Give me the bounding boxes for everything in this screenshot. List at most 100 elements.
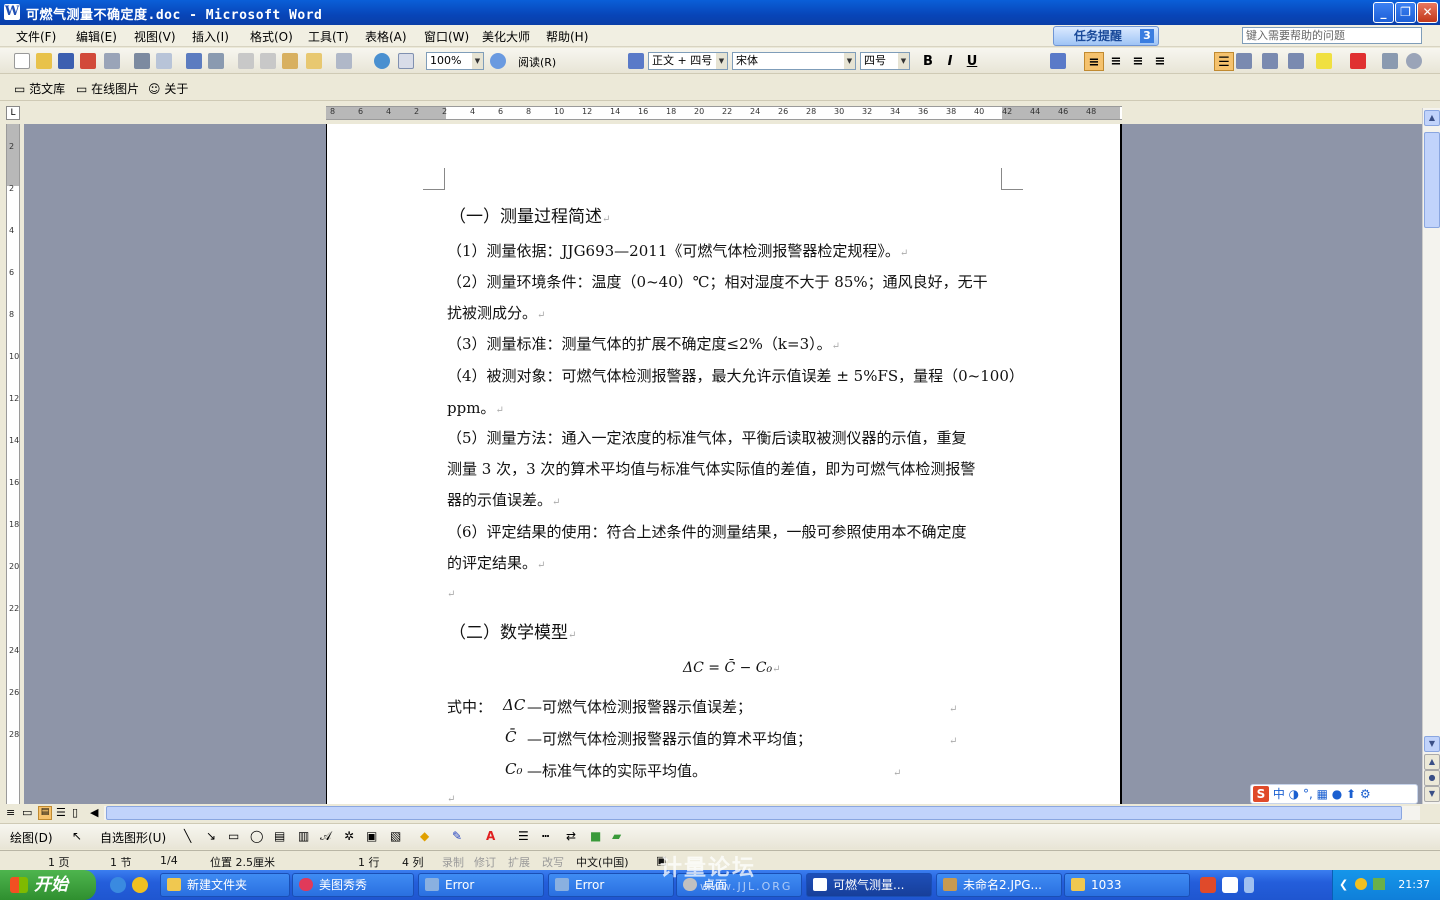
undo-icon[interactable] [336, 53, 352, 69]
horizontal-scrollbar[interactable] [104, 806, 1420, 820]
underline-button[interactable]: U [962, 52, 982, 71]
table-icon[interactable] [398, 53, 414, 69]
ime-toolbar[interactable]: S 中 ◑ °, ▦ ● ⬆ ⚙ [1250, 784, 1418, 804]
help-tray-icon[interactable] [1222, 877, 1238, 893]
print-icon[interactable] [134, 53, 150, 69]
distributed-button[interactable]: ≡ [1150, 52, 1170, 71]
line-color-icon[interactable]: ✎ [452, 829, 462, 843]
scroll-down-icon[interactable]: ▼ [1424, 736, 1440, 752]
vertical-ruler[interactable]: 2 2 4 6 8 10 12 14 16 18 20 22 24 26 28 [6, 124, 20, 804]
align-right-button[interactable]: ≡ [1128, 52, 1148, 71]
template-library-button[interactable]: ▭ 范文库 [14, 80, 65, 97]
help-search-input[interactable]: 键入需要帮助的问题 [1242, 27, 1422, 44]
paste-icon[interactable] [282, 53, 298, 69]
menu-window[interactable]: 窗口(W) [424, 28, 469, 45]
menu-tools[interactable]: 工具(T) [308, 28, 349, 45]
close-button[interactable]: ✕ [1417, 2, 1438, 23]
decrease-indent-icon[interactable] [1262, 53, 1278, 69]
qq-icon[interactable] [132, 877, 148, 893]
reading-view-icon[interactable]: ▯ [72, 806, 78, 819]
menu-view[interactable]: 视图(V) [134, 28, 176, 45]
web-view-icon[interactable]: ▭ [22, 806, 32, 819]
vertical-scrollbar[interactable]: ▲ ▼ ▲ ● ▼ [1422, 108, 1440, 804]
open-folder-icon[interactable] [36, 53, 52, 69]
cut-icon[interactable] [238, 53, 254, 69]
menu-file[interactable]: 文件(F) [16, 28, 56, 45]
clipart-icon[interactable]: ▣ [366, 829, 377, 843]
save-icon[interactable] [58, 53, 74, 69]
rectangle-icon[interactable]: ▭ [228, 829, 239, 843]
minimize-button[interactable]: _ [1373, 2, 1394, 23]
horizontal-scroll-thumb[interactable] [106, 806, 1402, 820]
network-tray-icon[interactable] [1373, 878, 1385, 890]
vertical-textbox-icon[interactable]: ▥ [298, 829, 309, 843]
qq-tray-icon[interactable] [1355, 878, 1367, 890]
task-meitu[interactable]: 美图秀秀 [292, 873, 414, 897]
line-style-icon[interactable]: ☰ [518, 829, 529, 843]
font-size-select[interactable]: 四号 ▼ [860, 52, 910, 70]
menu-table[interactable]: 表格(A) [365, 28, 407, 45]
restore-button[interactable]: ❐ [1395, 2, 1416, 23]
document-page[interactable]: （一）测量过程简述↵ （1）测量依据：JJG693—2011《可燃气体检测报警器… [326, 124, 1122, 804]
menu-edit[interactable]: 编辑(E) [76, 28, 117, 45]
menu-beautify[interactable]: 美化大师 [482, 28, 530, 45]
italic-button[interactable]: I [940, 52, 960, 71]
oval-icon[interactable]: ◯ [250, 829, 263, 843]
task-word-document[interactable]: 可燃气测量... [806, 873, 932, 897]
email-icon[interactable] [104, 53, 120, 69]
research-icon[interactable] [208, 53, 224, 69]
status-overtype[interactable]: 改写 [542, 854, 564, 870]
task-folder-1033[interactable]: 1033 [1064, 873, 1190, 897]
align-center-button[interactable]: ≡ [1106, 52, 1126, 71]
shadow-icon[interactable]: ■ [590, 829, 601, 843]
scroll-up-icon[interactable]: ▲ [1424, 110, 1440, 126]
align-justify-button[interactable]: ≡ [1084, 52, 1104, 71]
draw-font-color-icon[interactable]: A [486, 829, 495, 843]
print-preview-icon[interactable] [156, 53, 172, 69]
line-icon[interactable]: ╲ [184, 829, 191, 843]
textbox-icon[interactable]: ▤ [274, 829, 285, 843]
font-color-icon[interactable] [1350, 53, 1366, 69]
tab-selector[interactable]: L [6, 106, 20, 120]
diagram-icon[interactable]: ✲ [344, 829, 354, 843]
dash-style-icon[interactable]: ┅ [542, 829, 549, 843]
bold-button[interactable]: B [918, 52, 938, 71]
horizontal-ruler[interactable]: 8 6 4 2 2 4 6 8 10 12 14 16 18 20 22 24 26 28 30 32 34 36 38 40… [326, 106, 1122, 120]
task-error-2[interactable]: Error [548, 873, 674, 897]
format-painter-icon[interactable] [306, 53, 322, 69]
wordart-icon[interactable]: 𝒜 [320, 829, 331, 844]
read-mode-button[interactable]: 阅读(R) [518, 54, 556, 70]
enclose-characters-icon[interactable] [1406, 53, 1422, 69]
spelling-icon[interactable] [186, 53, 202, 69]
word-app-icon[interactable]: W [4, 4, 20, 20]
increase-indent-icon[interactable] [1288, 53, 1304, 69]
menu-help[interactable]: 帮助(H) [546, 28, 588, 45]
status-extend[interactable]: 扩展 [508, 854, 530, 870]
bullets-icon[interactable] [1236, 53, 1252, 69]
menu-insert[interactable]: 插入(I) [192, 28, 229, 45]
select-objects-icon[interactable]: ↖ [72, 829, 82, 843]
autoshapes-button[interactable]: 自选图形(U) [100, 829, 166, 846]
ime-tray-icon[interactable] [1244, 877, 1254, 893]
new-document-icon[interactable] [14, 53, 30, 69]
outline-view-icon[interactable]: ☰ [56, 806, 66, 819]
phonetic-guide-icon[interactable] [1382, 53, 1398, 69]
scroll-thumb[interactable] [1424, 132, 1440, 228]
font-select[interactable]: 宋体 ▼ [732, 52, 856, 70]
tray-expand-icon[interactable]: ❮ [1339, 878, 1348, 891]
task-image-file[interactable]: 未命名2.JPG... [936, 873, 1062, 897]
ie-icon[interactable] [110, 877, 126, 893]
permission-icon[interactable] [80, 53, 96, 69]
normal-view-icon[interactable]: ≡ [6, 806, 15, 819]
copy-icon[interactable] [260, 53, 276, 69]
styles-pane-icon[interactable] [628, 53, 644, 69]
task-new-folder[interactable]: 新建文件夹 [160, 873, 290, 897]
zoom-select[interactable]: 100% ▼ [426, 52, 484, 70]
start-button[interactable]: 开始 [0, 870, 96, 900]
highlight-icon[interactable] [1316, 53, 1332, 69]
3d-icon[interactable]: ▰ [612, 829, 621, 843]
task-error-1[interactable]: Error [418, 873, 544, 897]
status-track-changes[interactable]: 修订 [474, 854, 496, 870]
font-size-up-icon[interactable] [1050, 53, 1066, 69]
ime-mode[interactable]: 中 [1273, 787, 1285, 801]
